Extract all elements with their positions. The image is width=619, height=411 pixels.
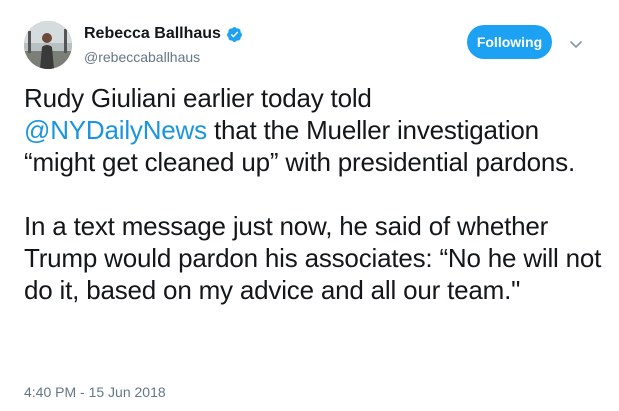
- display-name[interactable]: Rebecca Ballhaus: [84, 24, 221, 44]
- display-name-row: Rebecca Ballhaus: [84, 24, 243, 44]
- mention-link[interactable]: @NYDailyNews: [24, 115, 207, 145]
- author-info: Rebecca Ballhaus @rebeccaballhaus: [84, 24, 243, 65]
- avatar[interactable]: [24, 21, 72, 69]
- tweet-text-intro: Rudy Giuliani earlier today told: [24, 83, 372, 113]
- tweet-paragraph-2: In a text message just now, he said of w…: [24, 211, 602, 305]
- verified-badge-icon: [226, 26, 243, 43]
- following-button[interactable]: Following: [467, 25, 552, 59]
- tweet-paragraph-1: Rudy Giuliani earlier today told @NYDaily…: [24, 82, 604, 178]
- tweet-text: Rudy Giuliani earlier today told @NYDaily…: [24, 82, 604, 306]
- timestamp[interactable]: 4:40 PM - 15 Jun 2018: [24, 384, 166, 400]
- tweet-card: Rebecca Ballhaus @rebeccaballhaus Follow…: [0, 0, 619, 411]
- handle[interactable]: @rebeccaballhaus: [84, 49, 243, 65]
- chevron-down-icon[interactable]: [569, 37, 583, 48]
